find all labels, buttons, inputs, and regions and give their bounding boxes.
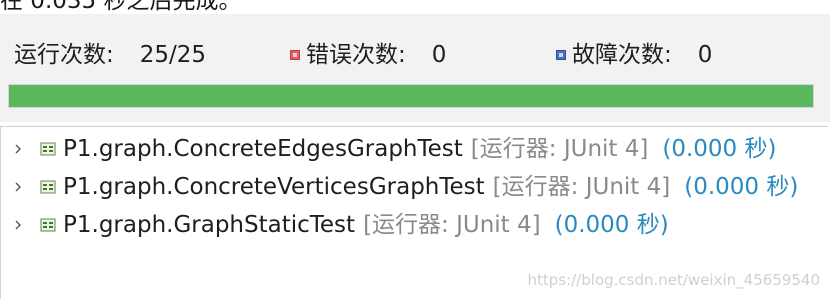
failures-value: 0 — [697, 42, 713, 68]
errors-label: 错误次数: — [306, 42, 406, 68]
watermark: https://blog.csdn.net/weixin_45659540 — [527, 271, 820, 289]
errors-value: 0 — [431, 42, 447, 68]
tree-item[interactable]: P1.graph.GraphStaticTest [运行器: JUnit 4] … — [1, 207, 669, 243]
test-class-name: P1.graph.GraphStaticTest — [63, 212, 356, 238]
test-counters-panel: 运行次数: 25/25 错误次数: 0 故障次数: 0 — [0, 14, 830, 122]
runner-label: [运行器: JUnit 4] — [363, 212, 541, 238]
test-tree[interactable]: P1.graph.ConcreteEdgesGraphTest [运行器: JU… — [0, 126, 828, 299]
chevron-right-icon[interactable] — [11, 218, 25, 232]
test-class-icon — [40, 180, 56, 194]
errors-counter: 错误次数: 0 — [290, 38, 446, 72]
duration-label: (0.000 秒) — [684, 174, 799, 200]
test-class-icon — [40, 218, 56, 232]
duration-label: (0.000 秒) — [554, 212, 669, 238]
test-class-name: P1.graph.ConcreteEdgesGraphTest — [63, 136, 463, 162]
tree-item[interactable]: P1.graph.ConcreteEdgesGraphTest [运行器: JU… — [1, 131, 776, 167]
duration-label: (0.000 秒) — [662, 136, 777, 162]
runs-counter: 运行次数: 25/25 — [14, 38, 206, 72]
progress-fill — [9, 85, 813, 107]
test-class-name: P1.graph.ConcreteVerticesGraphTest — [63, 174, 485, 200]
chevron-right-icon[interactable] — [11, 180, 25, 194]
failure-icon — [556, 50, 566, 60]
test-class-icon — [40, 142, 56, 156]
failures-counter: 故障次数: 0 — [556, 38, 712, 72]
tree-item[interactable]: P1.graph.ConcreteVerticesGraphTest [运行器:… — [1, 169, 798, 205]
runner-label: [运行器: JUnit 4] — [492, 174, 671, 200]
progress-bar — [8, 84, 814, 108]
chevron-right-icon[interactable] — [11, 142, 25, 156]
runs-value: 25/25 — [139, 42, 207, 68]
runner-label: [运行器: JUnit 4] — [470, 136, 649, 162]
runs-label: 运行次数: — [14, 42, 114, 68]
error-icon — [290, 50, 300, 60]
failures-label: 故障次数: — [572, 42, 672, 68]
